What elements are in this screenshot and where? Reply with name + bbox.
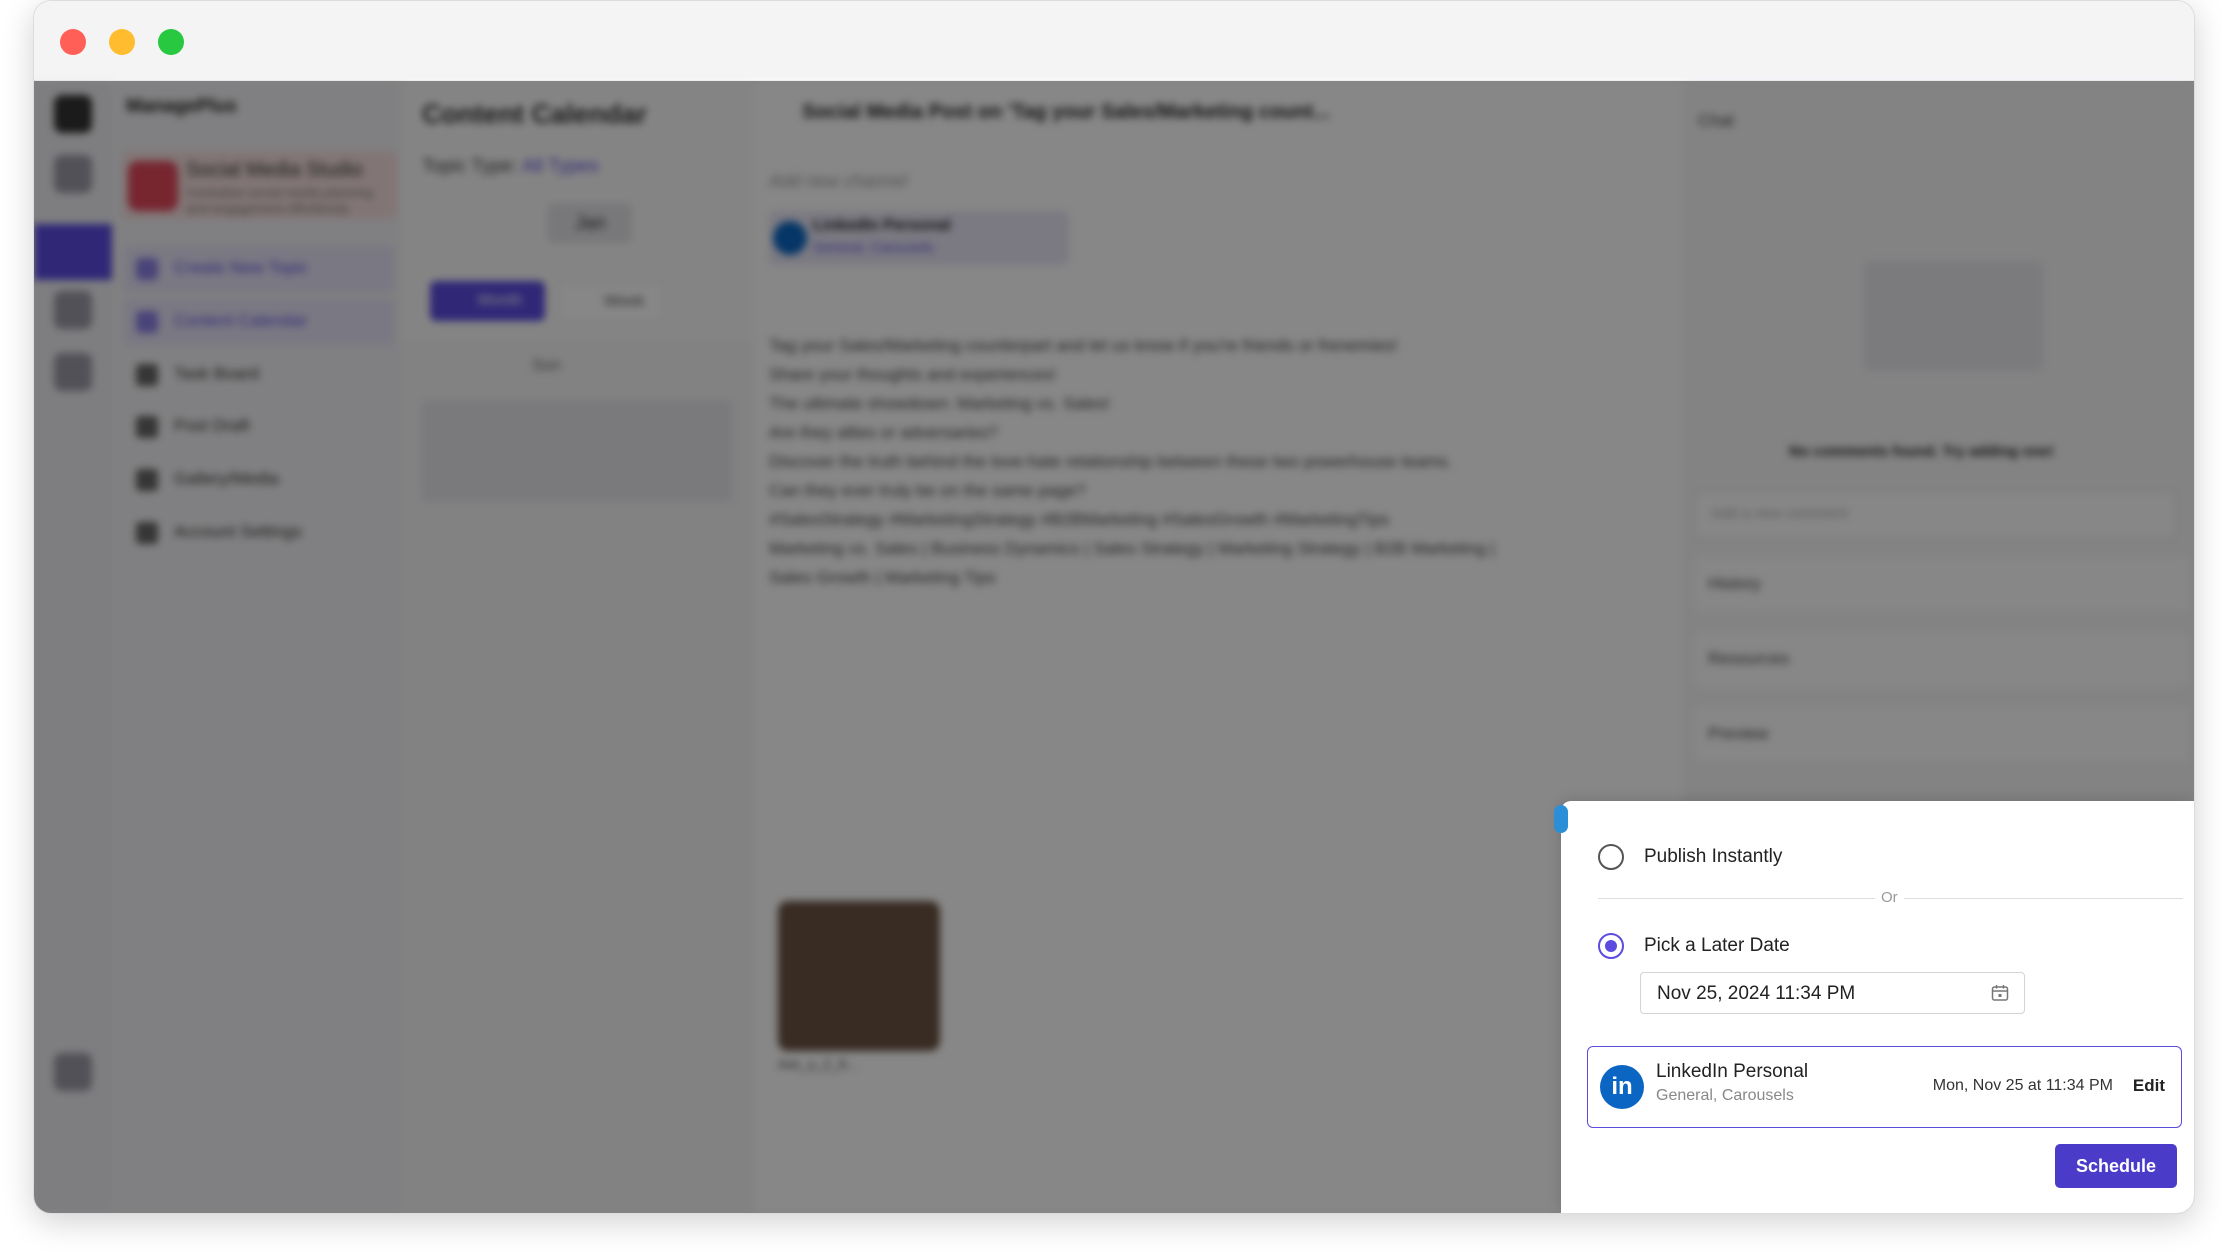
or-text: Or [1875, 889, 1904, 906]
maximize-window-button[interactable] [158, 29, 184, 55]
linkedin-icon: in [1600, 1065, 1644, 1109]
app-window: ManagePlus Social Media Studio Centraliz… [33, 0, 2195, 1214]
calendar-icon[interactable] [1990, 983, 2010, 1003]
scheduled-time: Mon, Nov 25 at 11:34 PM [1932, 1077, 2113, 1094]
schedule-button[interactable]: Schedule [2055, 1144, 2177, 1188]
date-value: Nov 25, 2024 11:34 PM [1657, 983, 1856, 1004]
edit-schedule-button[interactable]: Edit [2133, 1076, 2165, 1096]
channel-subtitle: General, Carousels [1656, 1087, 1794, 1104]
title-bar [34, 1, 2194, 81]
pick-later-date-label[interactable]: Pick a Later Date [1644, 935, 1790, 957]
scheduled-channel-card: in LinkedIn Personal General, Carousels … [1587, 1046, 2182, 1128]
popover-edge-indicator [1554, 805, 1568, 833]
minimize-window-button[interactable] [109, 29, 135, 55]
close-window-button[interactable] [60, 29, 86, 55]
publish-instantly-radio[interactable] [1598, 844, 1624, 870]
channel-name: LinkedIn Personal [1656, 1061, 1809, 1082]
schedule-popover: Publish Instantly Or Pick a Later Date N… [1554, 801, 2194, 1213]
publish-instantly-label[interactable]: Publish Instantly [1644, 846, 1782, 868]
date-time-input[interactable]: Nov 25, 2024 11:34 PM [1640, 972, 2025, 1014]
pick-later-date-radio[interactable] [1598, 933, 1624, 959]
